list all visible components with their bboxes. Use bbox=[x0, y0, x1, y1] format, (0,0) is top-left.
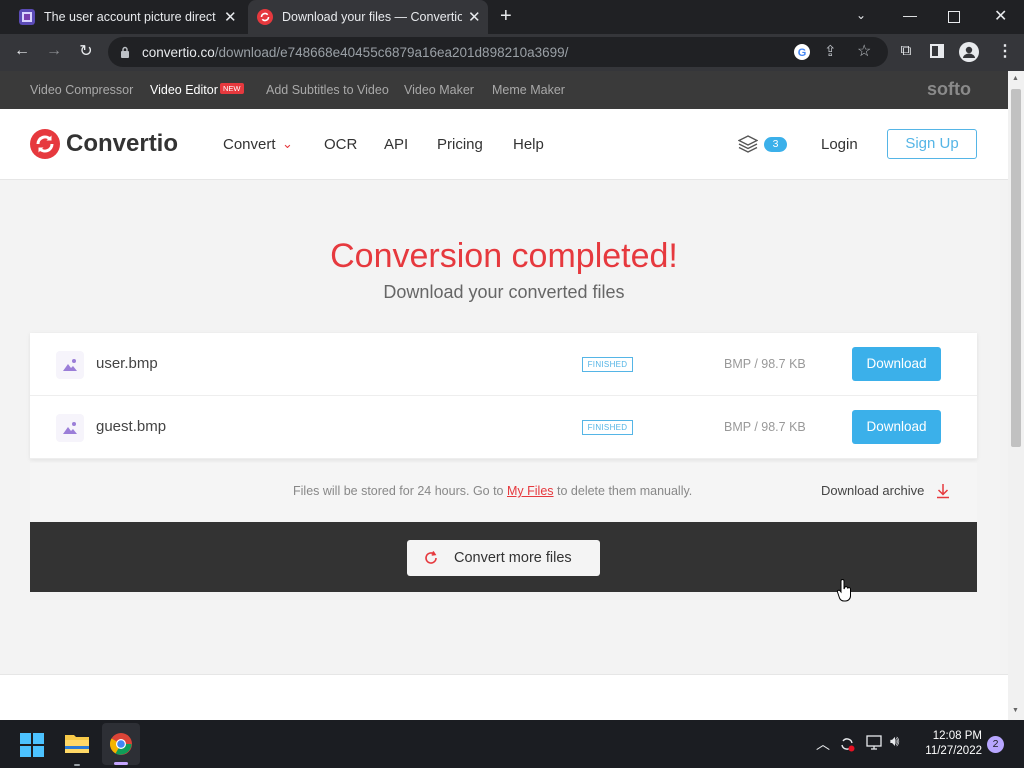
close-tab-icon[interactable]: ✕ bbox=[468, 8, 481, 26]
storage-note-bar: Files will be stored for 24 hours. Go to… bbox=[30, 463, 977, 522]
chrome-icon bbox=[110, 733, 132, 755]
chevron-down-icon: ⌄ bbox=[282, 136, 293, 151]
notification-badge[interactable]: 2 bbox=[987, 736, 1004, 753]
site-header: Convertio Convert ⌄ OCR API Pricing Help… bbox=[0, 109, 1008, 180]
file-list: user.bmp FINISHED BMP / 98.7 KB Download… bbox=[30, 333, 977, 459]
svg-text:G: G bbox=[798, 47, 807, 59]
explorer-running-indicator bbox=[74, 764, 80, 766]
scroll-up-icon[interactable]: ▲ bbox=[1012, 75, 1019, 82]
tab-user-account-picture[interactable]: The user account picture director ✕ bbox=[10, 0, 248, 34]
login-link[interactable]: Login bbox=[821, 136, 858, 153]
convert-more-bar: Convert more files bbox=[30, 522, 977, 592]
show-hidden-icons-chevron-icon[interactable]: ︿ bbox=[816, 734, 830, 754]
lock-icon bbox=[121, 46, 129, 58]
tab-title: The user account picture director bbox=[44, 10, 216, 24]
nav-api[interactable]: API bbox=[384, 136, 408, 153]
promo-link-video-compressor[interactable]: Video Compressor bbox=[30, 83, 133, 97]
extensions-puzzle-icon[interactable]: ⧉ bbox=[894, 42, 918, 59]
back-icon[interactable]: ← bbox=[10, 42, 34, 60]
app-favicon-icon bbox=[19, 9, 35, 25]
promo-link-video-editor[interactable]: Video Editor bbox=[150, 83, 218, 97]
minimize-icon[interactable]: — bbox=[903, 7, 917, 23]
clock[interactable]: 12:08 PM 11/27/2022 bbox=[918, 729, 982, 759]
web-page: Video Compressor Video Editor NEW Add Su… bbox=[0, 71, 1008, 720]
promo-link-add-subtitles[interactable]: Add Subtitles to Video bbox=[266, 83, 389, 97]
tab-convertio-download[interactable]: Download your files — Convertio ✕ bbox=[248, 0, 488, 34]
profile-avatar-icon[interactable] bbox=[959, 42, 979, 62]
file-name: user.bmp bbox=[96, 355, 158, 372]
file-name: guest.bmp bbox=[96, 418, 167, 435]
forward-icon[interactable]: → bbox=[42, 42, 66, 60]
promo-link-meme-maker[interactable]: Meme Maker bbox=[492, 83, 565, 97]
layers-icon[interactable] bbox=[738, 135, 758, 153]
convertio-logo-icon bbox=[30, 129, 60, 159]
tab-search-chevron-icon[interactable]: ⌄ bbox=[856, 8, 866, 22]
clock-time: 12:08 PM bbox=[932, 730, 982, 742]
browser-menu-icon[interactable]: ⋮ bbox=[997, 41, 1013, 61]
layers-count-badge: 3 bbox=[764, 137, 787, 152]
clock-date: 11/27/2022 bbox=[925, 745, 982, 757]
share-icon[interactable]: ⇪ bbox=[824, 42, 837, 60]
page-subtitle: Download your converted files bbox=[383, 282, 625, 302]
reload-icon[interactable]: ↻ bbox=[74, 41, 98, 61]
download-archive-link[interactable]: Download archive bbox=[821, 483, 924, 498]
softo-logo[interactable]: softo bbox=[927, 79, 971, 100]
sync-icon[interactable] bbox=[838, 735, 856, 753]
close-window-icon[interactable]: ✕ bbox=[994, 6, 1007, 26]
address-bar[interactable]: convertio.co/download/e748668e40455c6879… bbox=[108, 37, 888, 67]
nav-pricing[interactable]: Pricing bbox=[437, 136, 483, 153]
new-tab-icon[interactable]: + bbox=[500, 5, 512, 28]
file-explorer-icon[interactable] bbox=[64, 732, 90, 754]
page-scrollbar[interactable]: ▲ ▼ bbox=[1008, 71, 1024, 720]
sign-up-button[interactable]: Sign Up bbox=[887, 129, 977, 159]
storage-note-text: to delete them manually. bbox=[557, 484, 693, 498]
new-badge: NEW bbox=[220, 83, 244, 94]
windows-taskbar: ︿ 🔊︎ 12:08 PM 11/27/2022 2 bbox=[0, 720, 1024, 768]
side-panel-icon[interactable] bbox=[930, 44, 944, 58]
url-text: convertio.co/download/e748668e40455c6879… bbox=[142, 45, 569, 60]
image-file-icon bbox=[56, 351, 84, 379]
my-files-link[interactable]: My Files bbox=[507, 484, 554, 498]
network-icon[interactable] bbox=[866, 735, 884, 751]
download-arrow-icon[interactable] bbox=[936, 483, 950, 499]
nav-convert[interactable]: Convert bbox=[223, 136, 276, 153]
lower-section bbox=[0, 674, 1008, 720]
nav-ocr[interactable]: OCR bbox=[324, 136, 357, 153]
chrome-taskbar-item[interactable] bbox=[102, 723, 140, 765]
refresh-icon bbox=[425, 551, 437, 564]
logo-text: Convertio bbox=[66, 130, 179, 157]
convertio-favicon-icon bbox=[257, 9, 273, 25]
volume-icon[interactable]: 🔊︎ bbox=[890, 733, 899, 750]
file-row: guest.bmp FINISHED BMP / 98.7 KB Downloa… bbox=[30, 396, 977, 459]
page-title: Conversion completed! bbox=[330, 237, 678, 275]
convert-more-button[interactable]: Convert more files bbox=[407, 540, 600, 576]
hand-cursor-icon bbox=[837, 579, 851, 602]
restore-icon[interactable] bbox=[948, 11, 960, 23]
download-button[interactable]: Download bbox=[852, 410, 941, 444]
storage-note-text: Files will be stored for 24 hours. Go to bbox=[293, 484, 504, 498]
file-meta: BMP / 98.7 KB bbox=[724, 420, 806, 434]
file-row: user.bmp FINISHED BMP / 98.7 KB Download bbox=[30, 333, 977, 396]
file-meta: BMP / 98.7 KB bbox=[724, 357, 806, 371]
bookmark-star-icon[interactable]: ☆ bbox=[857, 41, 871, 61]
scrollbar-thumb[interactable] bbox=[1011, 89, 1021, 447]
browser-tab-strip: The user account picture director ✕ Down… bbox=[0, 0, 1024, 34]
convert-more-label: Convert more files bbox=[454, 550, 572, 566]
status-badge: FINISHED bbox=[582, 420, 633, 435]
nav-help[interactable]: Help bbox=[513, 136, 544, 153]
promo-link-video-maker[interactable]: Video Maker bbox=[404, 83, 474, 97]
windows-start-icon[interactable] bbox=[20, 733, 44, 757]
browser-toolbar: ← → ↻ convertio.co/download/e748668e4045… bbox=[0, 34, 1024, 71]
status-badge: FINISHED bbox=[582, 357, 633, 372]
storage-note: Files will be stored for 24 hours. Go to… bbox=[293, 484, 692, 498]
close-tab-icon[interactable]: ✕ bbox=[224, 8, 237, 26]
tab-title: Download your files — Convertio bbox=[282, 10, 462, 24]
image-file-icon bbox=[56, 414, 84, 442]
scroll-down-icon[interactable]: ▼ bbox=[1012, 707, 1019, 714]
google-icon[interactable]: G bbox=[793, 43, 811, 61]
chrome-active-indicator bbox=[114, 762, 128, 765]
softo-promo-bar: Video Compressor Video Editor NEW Add Su… bbox=[0, 71, 1008, 109]
convertio-logo[interactable]: Convertio bbox=[30, 129, 178, 159]
download-button[interactable]: Download bbox=[852, 347, 941, 381]
